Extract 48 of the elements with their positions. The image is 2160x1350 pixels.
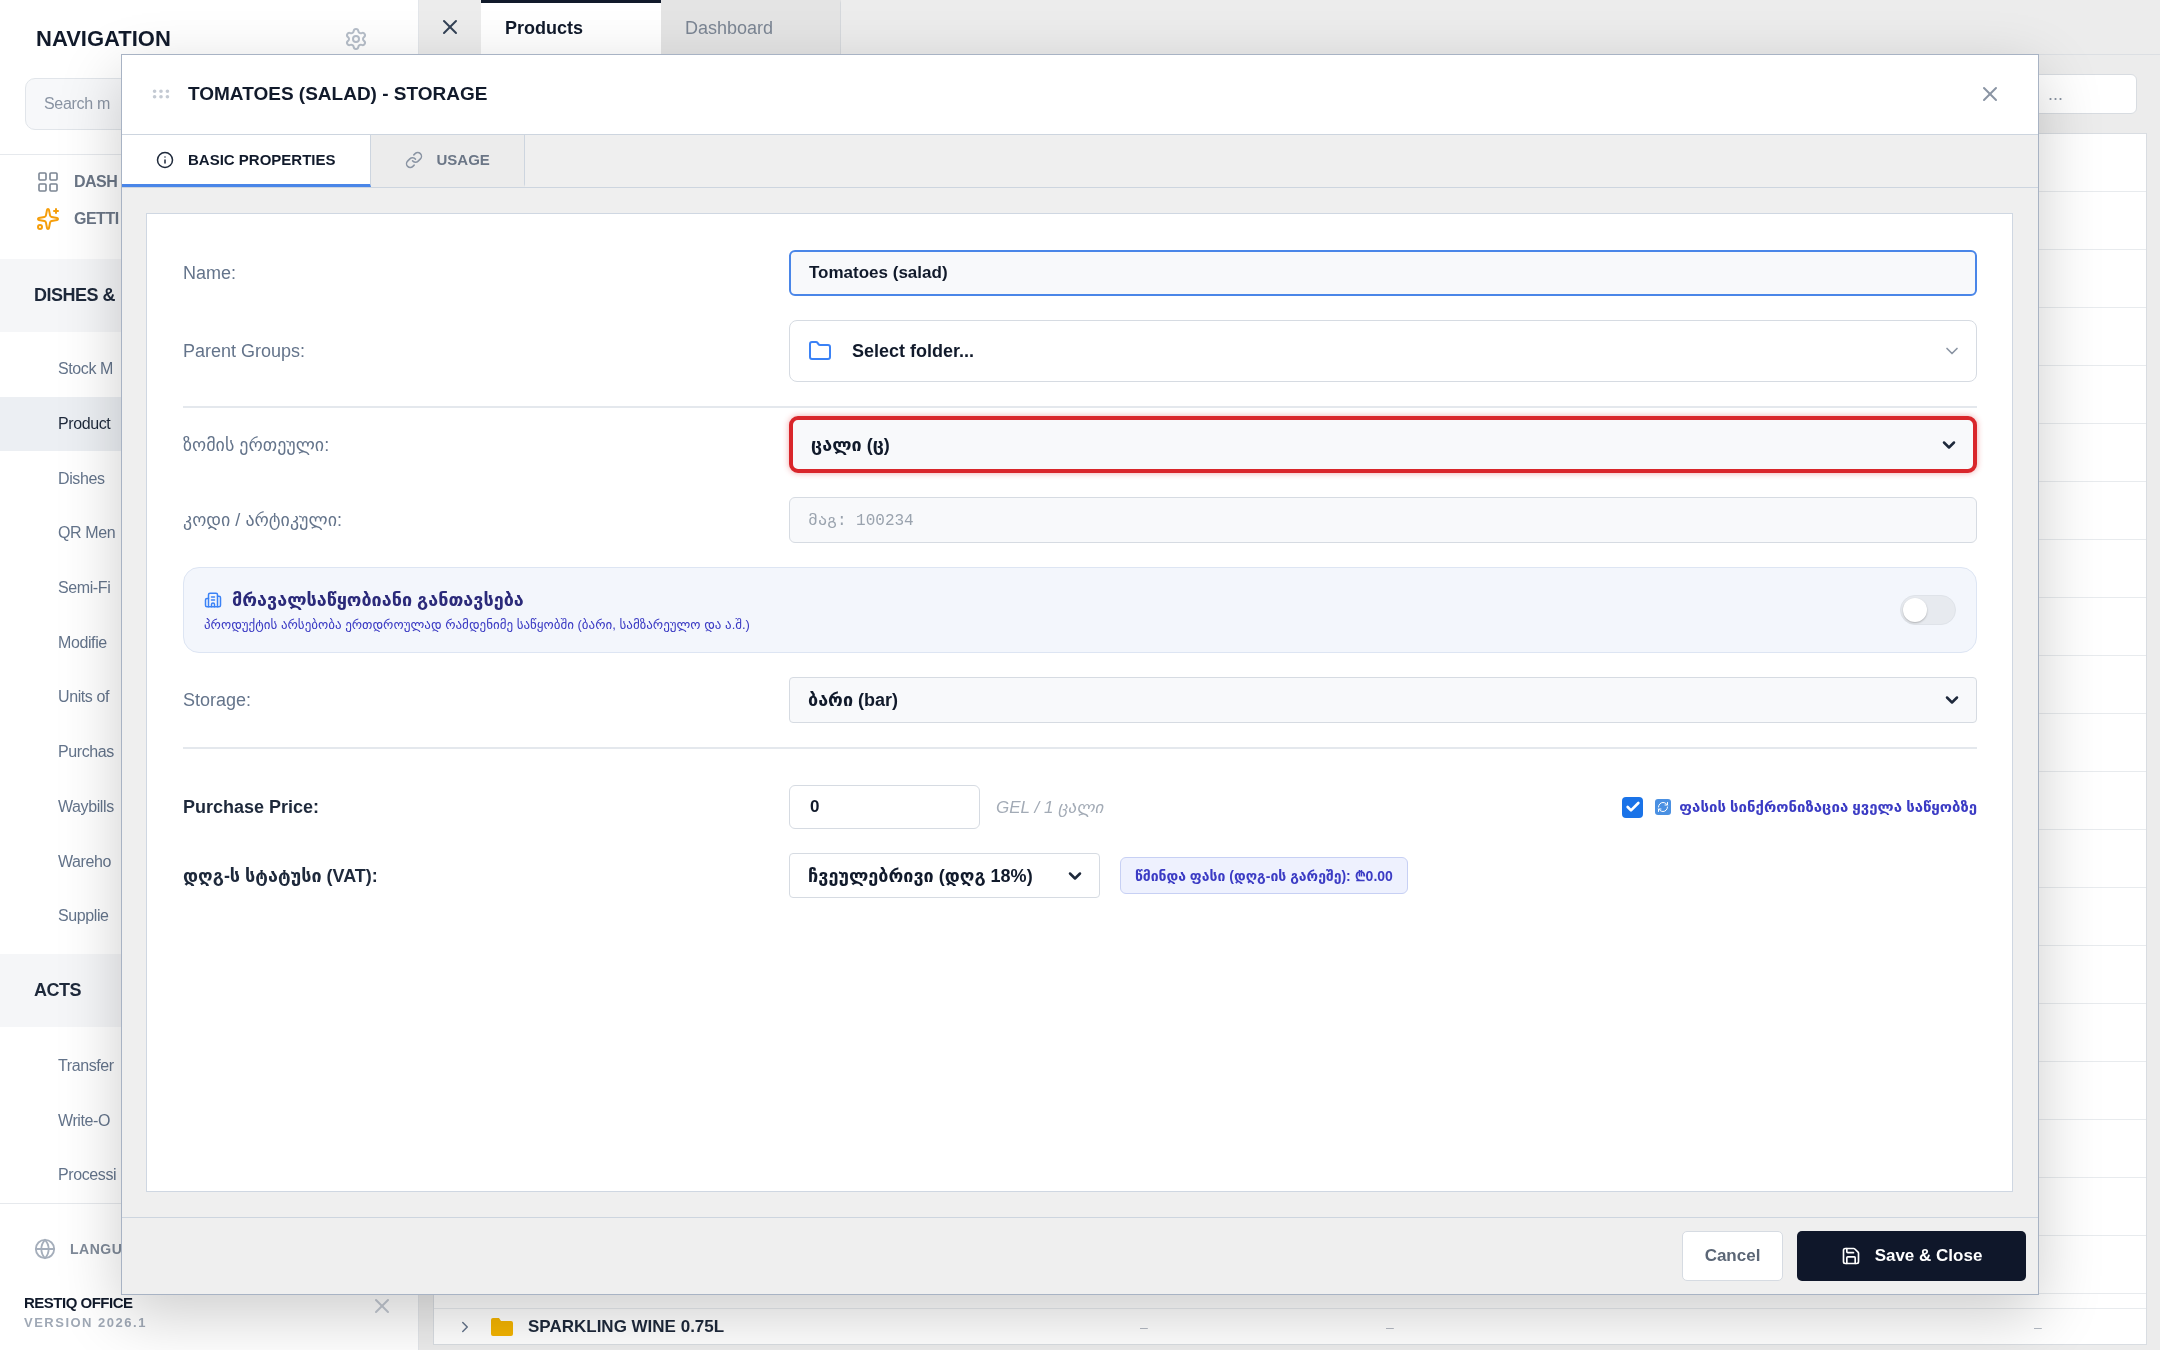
globe-icon <box>34 1237 56 1260</box>
panel-title: მრავალსაწყობიანი განთავსება <box>232 588 524 611</box>
nav-label: GETTI <box>74 209 119 228</box>
dropdown-field[interactable]: ცალი (ც) <box>789 416 1977 474</box>
nav-label: DASH <box>74 172 118 191</box>
folder-select[interactable]: Select folder... <box>789 320 1977 383</box>
toggle-switch[interactable] <box>1900 595 1956 626</box>
save-icon <box>1840 1246 1861 1267</box>
save-button[interactable]: Save & Close <box>1797 1231 2026 1282</box>
brand-name: RESTIQ OFFICE <box>24 1293 134 1311</box>
field-label: ზომის ერთეული: <box>183 433 331 456</box>
link-icon <box>404 150 423 169</box>
unit-label: GEL / 1 ცალი <box>996 796 1105 818</box>
refresh-icon <box>1655 799 1672 816</box>
dropdown-field[interactable]: ჩვეულებრივი (დღგ 18%) <box>789 853 1100 899</box>
sidebar-title: NAVIGATION <box>36 26 171 52</box>
checkbox[interactable] <box>1622 796 1644 818</box>
sparkle-icon <box>36 206 60 231</box>
info-icon <box>156 150 174 169</box>
row-name: SPARKLING WINE 0.75L <box>528 1316 725 1337</box>
checkbox-label: ფასის სინქრონიზაცია ყველა საწყობზე <box>1679 798 1977 817</box>
folder-icon <box>490 1316 514 1337</box>
dialog-title: TOMATOES (SALAD) - STORAGE <box>188 83 489 106</box>
table-cell: – <box>2034 1318 2042 1335</box>
field-label: Storage: <box>183 689 253 711</box>
dialog-tab[interactable]: BASIC PROPERTIES <box>122 134 371 188</box>
field-label: Purchase Price: <box>183 796 321 818</box>
page-tab[interactable]: Products <box>481 0 661 54</box>
text-field[interactable]: მაგ: 100234 <box>789 497 1977 544</box>
page-tab[interactable]: Dashboard <box>661 0 841 54</box>
settings-icon[interactable] <box>344 27 368 51</box>
grid-icon <box>36 169 60 194</box>
price-field[interactable]: 0 <box>789 785 980 830</box>
text-field[interactable]: Tomatoes (salad) <box>789 250 1977 297</box>
language-label: LANGU <box>70 1240 123 1257</box>
field-label: დღგ-ს სტატუსი (VAT): <box>183 864 379 887</box>
nav-item[interactable]: GETTI <box>0 200 418 237</box>
field-label: Name: <box>183 262 237 284</box>
cancel-button[interactable]: Cancel <box>1682 1231 1783 1282</box>
dropdown-field[interactable]: ბარი (bar) <box>789 677 1977 724</box>
version-label: VERSION 2026.1 <box>24 1314 147 1330</box>
field-label: Parent Groups: <box>183 340 307 362</box>
panel-description: პროდუქტის არსებობა ერთდროულად რამდენიმე საწყობში (ბარი, სამზარეულო და ა.შ.) <box>204 616 751 632</box>
field-label: კოდი / არტიკული: <box>183 509 343 532</box>
table-cell: – <box>1140 1318 1148 1335</box>
table-cell: – <box>1386 1318 1394 1335</box>
net-price-badge: წმინდა ფასი (დღგ-ის გარეშე): ₾0.00 <box>1120 857 1408 895</box>
building-icon <box>204 590 222 609</box>
